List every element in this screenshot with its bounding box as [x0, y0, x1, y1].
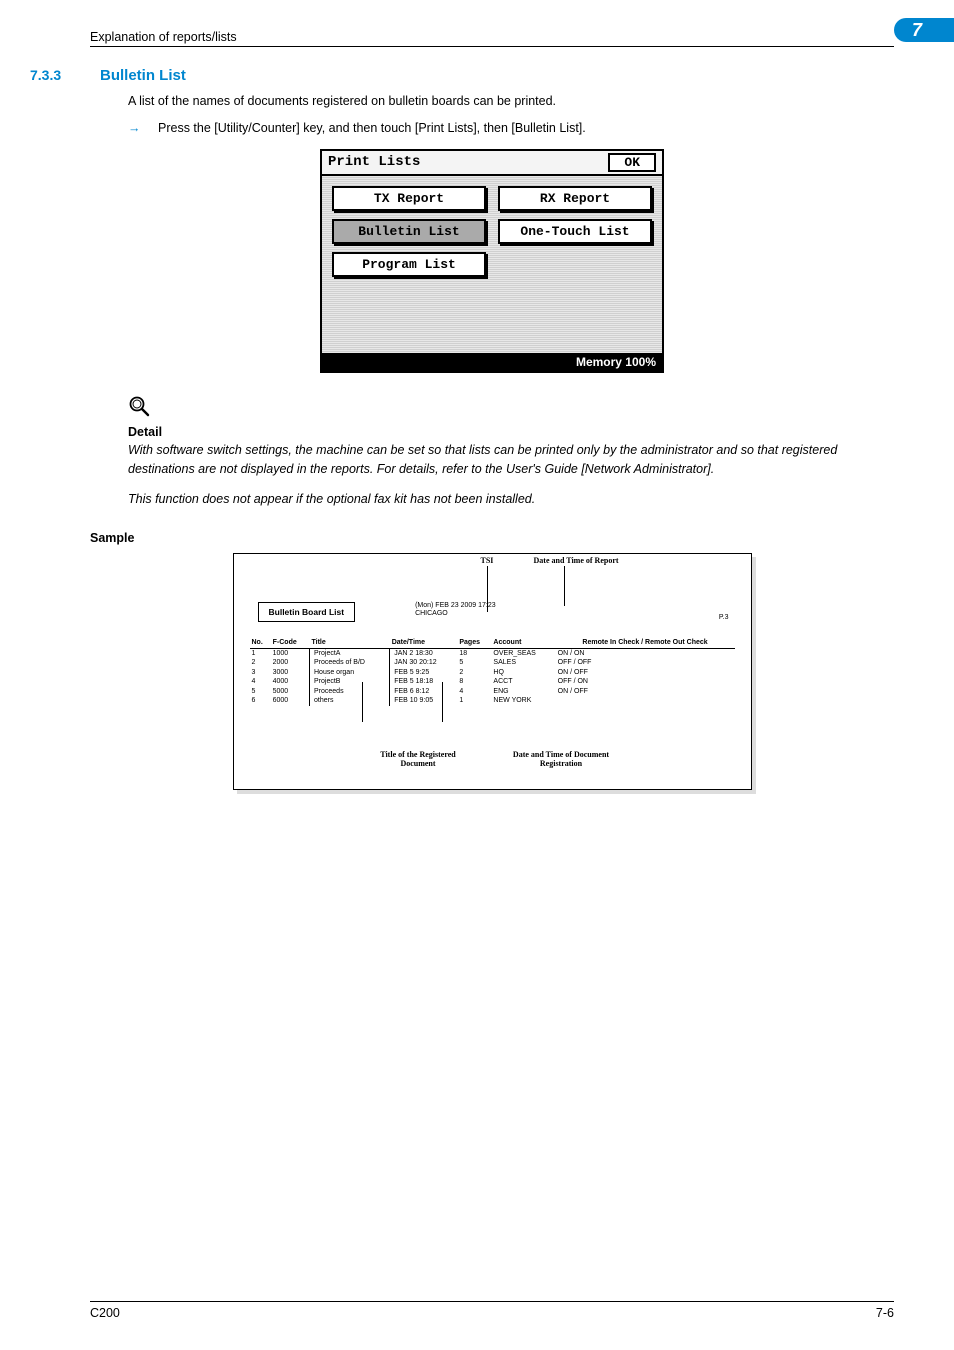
table-row: 66000 others FEB 10 9:05 1NEW YORK [250, 696, 735, 705]
arrow-icon: → [128, 119, 158, 138]
col-title: Title [310, 638, 390, 649]
table-row: 33000 House organ FEB 5 9:25 2HQON / OFF [250, 668, 735, 677]
running-head: Explanation of reports/lists [90, 30, 237, 44]
lcd-btn-program-list[interactable]: Program List [332, 252, 486, 277]
report-table: No. F-Code Title Date/Time Pages Account… [250, 638, 735, 706]
lcd-btn-bulletin-list[interactable]: Bulletin List [332, 219, 486, 244]
col-fcode: F-Code [271, 638, 310, 649]
step-text: Press the [Utility/Counter] key, and the… [158, 119, 586, 138]
lcd-screenshot: Print Lists OK TX Report RX Report Bulle… [320, 149, 664, 373]
intro-text: A list of the names of documents registe… [128, 92, 894, 111]
step-row: → Press the [Utility/Counter] key, and t… [128, 119, 894, 138]
lcd-memory-indicator: Memory 100% [322, 353, 662, 371]
table-row: 44000 ProjectB FEB 5 18:18 8ACCTOFF / ON [250, 678, 735, 687]
table-row: 22000 Proceeds of B/D JAN 30 20:12 5SALE… [250, 659, 735, 668]
lcd-btn-rx-report[interactable]: RX Report [498, 186, 652, 211]
section-number: 7.3.3 [30, 67, 100, 83]
footer-page: 7-6 [876, 1306, 894, 1320]
chapter-badge: 7 [894, 18, 954, 42]
sample-label: Sample [90, 531, 894, 545]
annot-doc-title: Title of the Registered Document [363, 750, 473, 769]
section-title: Bulletin List [100, 67, 186, 84]
note-heading: Detail [128, 425, 894, 439]
leader-label-tsi: TSI [481, 556, 494, 566]
note-para-1: With software switch settings, the machi… [128, 441, 894, 480]
lcd-ok-button[interactable]: OK [608, 153, 656, 172]
col-datetime: Date/Time [390, 638, 458, 649]
report-title-box: Bulletin Board List [258, 602, 356, 622]
magnifier-icon [128, 395, 894, 421]
lcd-btn-tx-report[interactable]: TX Report [332, 186, 486, 211]
col-account: Account [491, 638, 555, 649]
col-no: No. [250, 638, 271, 649]
report-page-num: P.3 [719, 614, 729, 622]
note-para-2: This function does not appear if the opt… [128, 490, 894, 509]
annot-doc-date: Date and Time of Document Registration [501, 750, 621, 769]
col-remote: Remote In Check / Remote Out Check [556, 638, 735, 649]
table-row: 11000 ProjectA JAN 2 18:30 18OVER_SEASON… [250, 649, 735, 659]
sample-report: TSI Date and Time of Report P.3 Bulletin… [233, 553, 752, 790]
report-meta-date: (Mon) FEB 23 2009 17:23 [415, 602, 496, 610]
footer-model: C200 [90, 1306, 120, 1320]
report-meta-tsi: CHICAGO [415, 610, 496, 618]
lcd-title: Print Lists [328, 154, 420, 170]
table-row: 55000 Proceeds FEB 6 8:12 4ENGON / OFF [250, 687, 735, 696]
leader-label-datetime: Date and Time of Report [534, 556, 619, 566]
col-pages: Pages [457, 638, 491, 649]
lcd-btn-onetouch-list[interactable]: One-Touch List [498, 219, 652, 244]
